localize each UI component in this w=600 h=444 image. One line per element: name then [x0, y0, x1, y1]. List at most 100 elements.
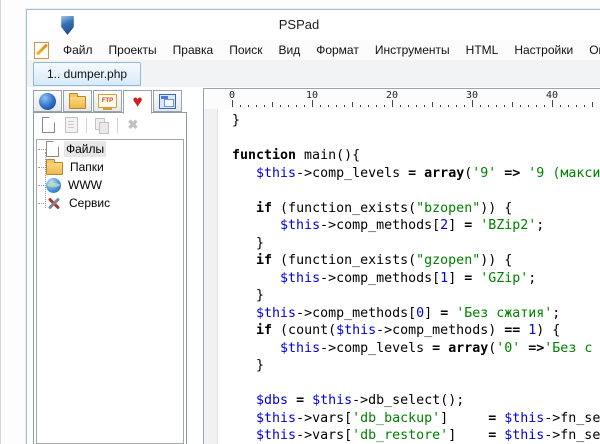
code-line: $this->comp_methods[1] = 'GZip';: [232, 270, 600, 288]
ruler-tick: [592, 102, 593, 107]
code-line: $this->vars['db_restore'] = $this->fn_se…: [232, 427, 600, 444]
variable-token: $dbs: [256, 393, 289, 408]
heart-icon: ♥: [132, 91, 143, 111]
code-token: ]: [440, 410, 489, 426]
keyword-token: array: [448, 340, 489, 356]
code-token: ]: [448, 428, 489, 443]
code-token: ) {: [536, 323, 561, 338]
code-token: ;: [536, 218, 545, 233]
menu-item[interactable]: Инструменты: [367, 41, 458, 59]
menu-item[interactable]: Окно: [581, 41, 600, 59]
code-token: ->fn_sel: [544, 410, 600, 426]
code-token: ->comp_methods): [376, 323, 505, 338]
code-token: ->comp_levels: [320, 340, 433, 356]
ruler-tick: [312, 100, 313, 107]
copy-file-icon: [95, 117, 109, 134]
ruler-tick: [472, 100, 473, 107]
tree-item[interactable]: Файлы: [37, 140, 183, 158]
variable-token: $this: [504, 410, 545, 426]
code-token: ->comp_methods[: [320, 270, 441, 286]
code-line: function main(){: [232, 147, 600, 165]
ruler-tick: [352, 102, 353, 107]
sidebar-tab[interactable]: [33, 90, 62, 112]
document-tabbar: 1.. dumper.php: [27, 60, 600, 88]
ftp-icon: FTP: [98, 94, 117, 110]
sidebar-tab[interactable]: [63, 90, 92, 112]
sidebar-panel: FTP ♥ ✖ Файлы Папки WWW Сервис: [33, 90, 187, 444]
menu-item[interactable]: Правка: [165, 41, 222, 59]
code-token: ->comp_levels: [296, 165, 409, 181]
ruler-tick: [520, 105, 521, 107]
ruler-tick: [552, 100, 553, 107]
ruler-tick: [384, 105, 385, 107]
ruler-tick: [328, 105, 329, 107]
code-editor[interactable]: 0 10 20 30 40 } function main(){ $this->comp_…: [203, 88, 600, 444]
menu-item[interactable]: Настройки: [506, 41, 581, 59]
sidebar-tab[interactable]: [153, 90, 182, 112]
menu-item[interactable]: Формат: [308, 41, 367, 59]
tree-item[interactable]: WWW: [37, 176, 183, 194]
menu-item[interactable]: Файл: [55, 41, 101, 59]
edit-file-icon: [64, 117, 78, 133]
ruler-number: 30: [465, 90, 479, 101]
ruler-tick: [432, 102, 433, 107]
ruler-tick: [320, 105, 321, 107]
code-token: }: [232, 113, 241, 128]
tree-item[interactable]: Сервис: [37, 194, 183, 212]
code-line: if (count($this->comp_methods) == 1) {: [232, 322, 600, 340]
tree-item-label: WWW: [68, 178, 102, 192]
string-token: '9': [472, 165, 497, 181]
document-tab[interactable]: 1.. dumper.php: [33, 62, 142, 86]
ruler-tick: [400, 105, 401, 107]
code-area[interactable]: } function main(){ $this->comp_levels = a…: [232, 112, 600, 444]
pspad-window: PSPad Файл Проекты Правка Поиск Вид Формат Инс…: [26, 9, 600, 444]
code-line: $dbs = $this->db_select();: [232, 392, 600, 410]
menu-item[interactable]: HTML: [458, 41, 507, 59]
delete-icon: ✖: [127, 117, 139, 132]
sphere-icon: [39, 92, 56, 110]
code-token: ;: [528, 270, 537, 286]
menu-item[interactable]: Проекты: [101, 41, 165, 59]
copy-file-button[interactable]: [93, 116, 111, 134]
ruler-tick: [256, 105, 257, 107]
menu-item[interactable]: Вид: [270, 41, 308, 59]
tree-item-label: Файлы: [64, 141, 107, 157]
ruler-tick: [344, 105, 345, 107]
keyword-token: function: [232, 148, 297, 163]
string-token: 'db_restore': [352, 428, 449, 443]
file-icon: [46, 141, 59, 157]
tree-item[interactable]: Папки: [37, 158, 183, 176]
string-token: '0': [496, 340, 521, 356]
edit-document-icon[interactable]: [34, 41, 49, 59]
edit-file-button[interactable]: [62, 116, 80, 134]
code-token: ->db_select();: [352, 393, 465, 408]
keyword-token: if: [256, 323, 273, 338]
tree-branch-line: [38, 202, 46, 204]
code-line: }: [232, 112, 600, 130]
sidebar-tab[interactable]: ♥: [123, 90, 152, 114]
ruler-tick: [560, 105, 561, 107]
sidebar-tab[interactable]: FTP: [93, 90, 122, 112]
string-token: '9 (макси: [528, 165, 600, 181]
ruler-tick: [496, 105, 497, 107]
titlebar[interactable]: PSPad: [27, 10, 600, 40]
ruler-tick: [304, 105, 305, 107]
tree-item-label: Сервис: [69, 196, 111, 210]
variable-token: $this: [312, 393, 353, 408]
code-token: ==: [504, 323, 521, 338]
ruler-tick: [408, 105, 409, 107]
menu-item[interactable]: Поиск: [221, 41, 270, 59]
new-file-button[interactable]: [39, 116, 57, 134]
screenshot-root: PSPad Файл Проекты Правка Поиск Вид Формат Инс…: [0, 0, 600, 444]
delete-button[interactable]: ✖: [124, 116, 142, 134]
code-line: }: [232, 235, 600, 253]
code-token: ]: [448, 218, 465, 233]
